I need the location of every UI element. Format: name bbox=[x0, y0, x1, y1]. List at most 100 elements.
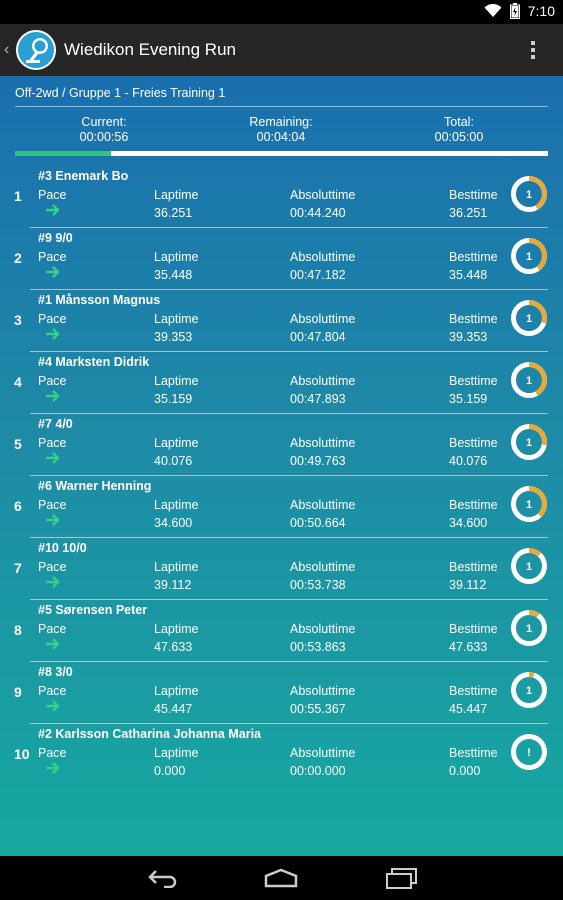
row-laptime-label: Laptime bbox=[154, 250, 199, 264]
row-participant-name: #7 4/0 bbox=[38, 417, 73, 431]
timer-current-label: Current: bbox=[81, 115, 127, 129]
pace-arrow-right-icon bbox=[46, 638, 60, 650]
row-absolute-value: 00:49.763 bbox=[290, 454, 346, 468]
row-laptime-value: 45.447 bbox=[154, 702, 193, 716]
row-participant-name: #5 Sørensen Peter bbox=[38, 603, 148, 617]
row-absolute-value: 00:47.804 bbox=[290, 330, 346, 344]
back-arrow-icon bbox=[148, 870, 177, 888]
app-logo[interactable] bbox=[16, 30, 56, 70]
row-best-value: 39.112 bbox=[449, 578, 487, 592]
row-laptime-label: Laptime bbox=[154, 188, 199, 202]
pace-arrow-right-icon bbox=[46, 576, 60, 588]
wifi-icon bbox=[484, 4, 502, 17]
battery-icon bbox=[509, 3, 520, 19]
row-absolute-label: Absoluttime bbox=[290, 374, 356, 388]
row-best-label: Besttime bbox=[449, 746, 498, 760]
result-row[interactable]: 2 #9 9/0 Pace Laptime Absoluttime Besttime 35.… bbox=[0, 228, 563, 290]
timer-current-value: 00:00:56 bbox=[79, 130, 129, 144]
result-row[interactable]: 6 #6 Warner Henning Pace Laptime Absoluttime… bbox=[0, 476, 563, 538]
row-laptime-label: Laptime bbox=[154, 622, 199, 636]
runner-logo-icon bbox=[18, 32, 54, 68]
lap-count: 1 bbox=[526, 499, 532, 511]
lap-progress-ring: 1 bbox=[511, 176, 547, 212]
row-absolute-label: Absoluttime bbox=[290, 560, 356, 574]
result-row[interactable]: 4 #4 Marksten Didrik Pace Laptime Absoluttim… bbox=[0, 352, 563, 414]
timer-total-label: Total: bbox=[444, 115, 474, 129]
row-pace-label: Pace bbox=[38, 188, 67, 202]
status-bar: 7:10 bbox=[0, 0, 563, 24]
lap-progress-ring: 1 bbox=[511, 424, 547, 460]
row-laptime-label: Laptime bbox=[154, 498, 199, 512]
lap-count: 1 bbox=[526, 437, 532, 449]
row-laptime-label: Laptime bbox=[154, 684, 199, 698]
lap-count: 1 bbox=[526, 189, 532, 201]
row-position: 1 bbox=[14, 188, 22, 204]
row-laptime-label: Laptime bbox=[154, 746, 199, 760]
result-row[interactable]: 10 #2 Karlsson Catharina Johanna Maria Pac… bbox=[0, 724, 563, 786]
lap-count: 1 bbox=[526, 313, 532, 325]
row-laptime-value: 35.159 bbox=[154, 392, 193, 406]
action-bar: ‹ Wiedikon Evening Run bbox=[0, 24, 563, 76]
row-pace-label: Pace bbox=[38, 622, 67, 636]
lap-count: 1 bbox=[526, 623, 532, 635]
row-participant-name: #1 Månsson Magnus bbox=[38, 293, 161, 307]
row-best-value: 35.448 bbox=[449, 268, 488, 282]
nav-home-button[interactable] bbox=[263, 866, 299, 890]
pace-arrow-right-icon bbox=[46, 390, 60, 402]
row-laptime-value: 36.251 bbox=[154, 206, 193, 220]
row-laptime-value: 0.000 bbox=[154, 764, 186, 778]
row-pace-label: Pace bbox=[38, 250, 67, 264]
nav-recents-button[interactable] bbox=[383, 866, 419, 890]
pace-arrow-right-icon bbox=[46, 328, 60, 340]
row-participant-name: #10 10/0 bbox=[38, 541, 87, 555]
result-row[interactable]: 5 #7 4/0 Pace Laptime Absoluttime Besttime 40.… bbox=[0, 414, 563, 476]
row-participant-name: #3 Enemark Bo bbox=[38, 169, 129, 183]
session-label: Off-2wd / Gruppe 1 - Freies Training 1 bbox=[15, 86, 226, 100]
row-pace-label: Pace bbox=[38, 374, 67, 388]
menu-dot bbox=[531, 55, 535, 59]
pace-arrow-right-icon bbox=[46, 266, 60, 278]
row-laptime-label: Laptime bbox=[154, 312, 199, 326]
row-best-value: 40.076 bbox=[449, 454, 488, 468]
row-absolute-label: Absoluttime bbox=[290, 622, 356, 636]
lap-count: 1 bbox=[526, 251, 532, 263]
row-position: 7 bbox=[14, 560, 22, 576]
row-position: 8 bbox=[14, 622, 22, 638]
row-best-value: 39.353 bbox=[449, 330, 488, 344]
row-pace-label: Pace bbox=[38, 312, 67, 326]
lap-progress-ring: 1 bbox=[511, 548, 547, 584]
row-participant-name: #2 Karlsson Catharina Johanna Maria bbox=[38, 727, 261, 741]
nav-back-button[interactable] bbox=[145, 866, 181, 890]
divider bbox=[15, 106, 548, 107]
row-absolute-value: 00:47.893 bbox=[290, 392, 346, 406]
row-laptime-value: 34.600 bbox=[154, 516, 193, 530]
row-participant-name: #8 3/0 bbox=[38, 665, 73, 679]
row-absolute-value: 00:53.863 bbox=[290, 640, 346, 654]
result-row[interactable]: 1 #3 Enemark Bo Pace Laptime Absoluttime Best… bbox=[0, 166, 563, 228]
result-row[interactable]: 3 #1 Månsson Magnus Pace Laptime Absoluttime… bbox=[0, 290, 563, 352]
session-progress-bar bbox=[15, 151, 548, 156]
timer-remaining: Remaining: 00:04:04 bbox=[211, 115, 351, 145]
pace-arrow-right-icon bbox=[46, 700, 60, 712]
result-row[interactable]: 8 #5 Sørensen Peter Pace Laptime Absoluttime… bbox=[0, 600, 563, 662]
row-best-label: Besttime bbox=[449, 560, 498, 574]
recents-icon bbox=[386, 868, 417, 889]
navigation-bar bbox=[0, 856, 563, 900]
row-best-label: Besttime bbox=[449, 374, 498, 388]
row-position: 10 bbox=[14, 746, 30, 762]
home-icon bbox=[264, 868, 298, 888]
row-laptime-value: 40.076 bbox=[154, 454, 193, 468]
overflow-menu-button[interactable] bbox=[521, 38, 545, 62]
result-row[interactable]: 7 #10 10/0 Pace Laptime Absoluttime Besttime 3… bbox=[0, 538, 563, 600]
row-best-label: Besttime bbox=[449, 622, 498, 636]
row-absolute-value: 00:44.240 bbox=[290, 206, 346, 220]
chevron-left-icon[interactable]: ‹ bbox=[4, 41, 14, 59]
row-pace-label: Pace bbox=[38, 684, 67, 698]
lap-progress-ring: ! bbox=[511, 734, 547, 770]
row-laptime-label: Laptime bbox=[154, 560, 199, 574]
row-absolute-value: 00:00.000 bbox=[290, 764, 346, 778]
result-row[interactable]: 9 #8 3/0 Pace Laptime Absoluttime Besttime 45.… bbox=[0, 662, 563, 724]
row-position: 4 bbox=[14, 374, 22, 390]
menu-dot bbox=[531, 41, 535, 45]
pace-arrow-right-icon bbox=[46, 204, 60, 216]
